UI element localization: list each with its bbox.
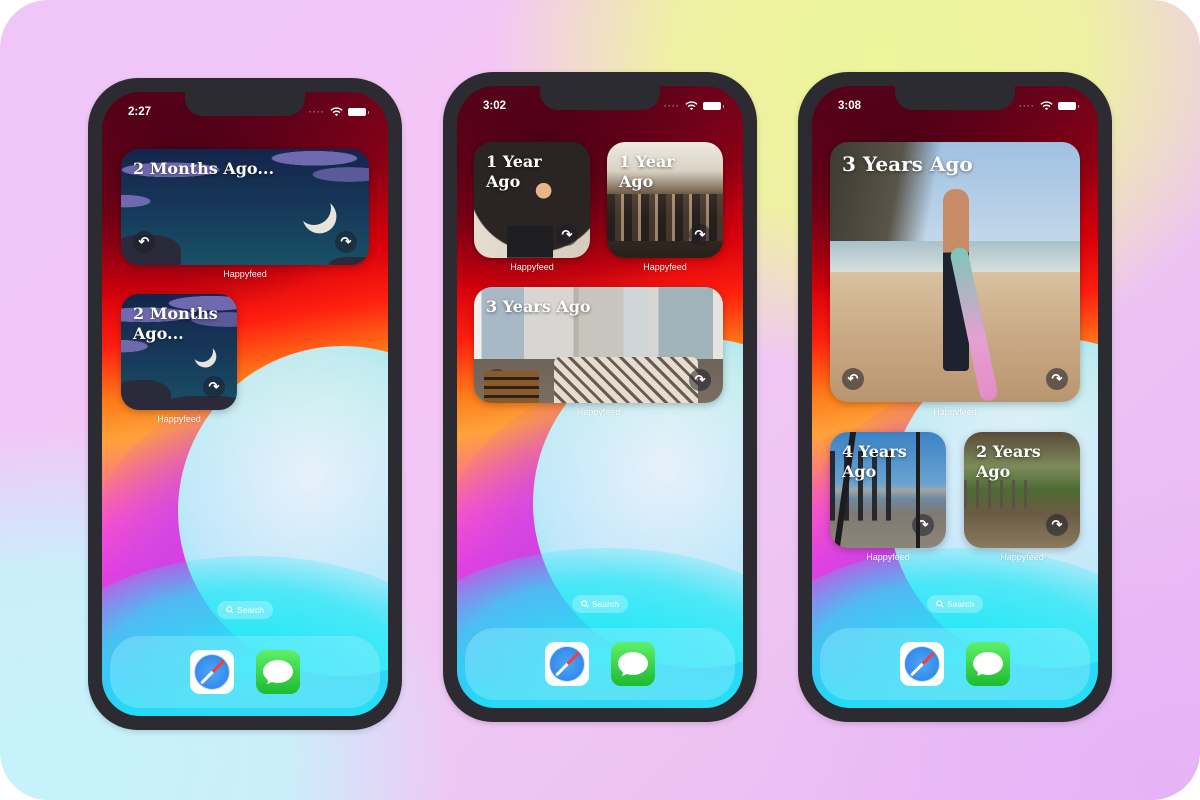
widget-app-label: Happyfeed xyxy=(157,414,201,424)
search-icon xyxy=(226,606,234,614)
dock xyxy=(110,636,380,708)
moon-illustration xyxy=(292,186,336,230)
happyfeed-widget-small[interactable]: 2 Years Ago ↷ xyxy=(964,432,1080,548)
forward-arrow-icon[interactable]: ↷ xyxy=(556,224,578,246)
status-bar: 2:27 ···· xyxy=(102,102,388,122)
status-bar: 3:08 ···· xyxy=(812,96,1098,116)
messages-app-icon[interactable] xyxy=(256,650,300,694)
back-arrow-icon[interactable]: ↶ xyxy=(486,369,508,391)
cellular-dots-icon: ···· xyxy=(664,101,680,111)
status-time: 3:08 xyxy=(838,100,862,112)
widget-title: 4 Years Ago xyxy=(842,442,907,481)
wifi-icon xyxy=(1040,101,1053,111)
widget-title: 1 Year Ago xyxy=(486,152,542,191)
dock xyxy=(465,628,735,700)
cellular-dots-icon: ···· xyxy=(309,107,325,117)
widget-app-label: Happyfeed xyxy=(933,407,977,417)
widget-app-label: Happyfeed xyxy=(643,262,687,272)
widget-title: 1 Year Ago xyxy=(619,152,675,191)
battery-icon xyxy=(1058,102,1079,110)
widget-title: 2 Months Ago... xyxy=(133,159,275,178)
widget-app-label: Happyfeed xyxy=(576,407,621,417)
forward-arrow-icon[interactable]: ↷ xyxy=(912,514,934,536)
wifi-icon xyxy=(330,107,343,117)
battery-icon xyxy=(348,108,369,116)
hill-illustration xyxy=(329,257,369,265)
happyfeed-widget-medium[interactable]: 3 Years Ago ↶ ↷ xyxy=(474,287,723,403)
home-screen: 3:02 ···· 1 Year Ago ↷ Happyfeed 1 Year … xyxy=(457,86,743,708)
messages-app-icon[interactable] xyxy=(611,642,655,686)
home-search-button[interactable]: Search xyxy=(217,601,273,619)
cellular-dots-icon: ···· xyxy=(1019,101,1035,111)
forward-arrow-icon[interactable]: ↷ xyxy=(689,369,711,391)
happyfeed-widget-small[interactable]: 1 Year Ago ↷ xyxy=(607,142,723,258)
home-screen: 2:27 ···· 2 Months Ago... ↶ ↷ Happyfeed xyxy=(102,92,388,716)
status-time: 3:02 xyxy=(483,100,507,112)
safari-app-icon[interactable] xyxy=(545,642,589,686)
dock xyxy=(820,628,1090,700)
hill-illustration xyxy=(161,396,237,410)
phone-2: 3:02 ···· 1 Year Ago ↷ Happyfeed 1 Year … xyxy=(443,72,757,722)
forward-arrow-icon[interactable]: ↷ xyxy=(203,376,225,398)
search-label: Search xyxy=(237,605,264,615)
home-screen: 3:08 ···· 3 Years Ago ↶ ↷ Happyfeed 4 Ye… xyxy=(812,86,1098,708)
phone-1: 2:27 ···· 2 Months Ago... ↶ ↷ Happyfeed xyxy=(88,78,402,730)
wifi-icon xyxy=(685,101,698,111)
search-label: Search xyxy=(947,599,974,609)
happyfeed-widget-small[interactable]: 1 Year Ago ↷ xyxy=(474,142,590,258)
battery-icon xyxy=(703,102,724,110)
happyfeed-widget-medium[interactable]: 2 Months Ago... ↶ ↷ xyxy=(121,149,369,265)
forward-arrow-icon[interactable]: ↷ xyxy=(1046,514,1068,536)
home-search-button[interactable]: Search xyxy=(927,595,983,613)
status-bar: 3:02 ···· xyxy=(457,96,743,116)
happyfeed-widget-large[interactable]: 3 Years Ago ↶ ↷ xyxy=(830,142,1080,402)
widget-app-label: Happyfeed xyxy=(223,269,267,279)
forward-arrow-icon[interactable]: ↷ xyxy=(689,224,711,246)
happyfeed-widget-small[interactable]: 4 Years Ago ↷ xyxy=(830,432,946,548)
safari-app-icon[interactable] xyxy=(190,650,234,694)
back-arrow-icon[interactable]: ↶ xyxy=(133,231,155,253)
status-time: 2:27 xyxy=(128,106,152,118)
widget-app-label: Happyfeed xyxy=(1000,552,1044,562)
widget-title: 3 Years Ago xyxy=(842,152,973,176)
messages-app-icon[interactable] xyxy=(966,642,1010,686)
back-arrow-icon[interactable]: ↶ xyxy=(842,368,864,390)
search-icon xyxy=(581,600,589,608)
widget-title: 2 Years Ago xyxy=(976,442,1041,481)
forward-arrow-icon[interactable]: ↷ xyxy=(1046,368,1068,390)
search-icon xyxy=(936,600,944,608)
happyfeed-widget-small[interactable]: 2 Months Ago... ↷ xyxy=(121,294,237,410)
phone-3: 3:08 ···· 3 Years Ago ↶ ↷ Happyfeed 4 Ye… xyxy=(798,72,1112,722)
promo-background: 2:27 ···· 2 Months Ago... ↶ ↷ Happyfeed xyxy=(0,0,1200,800)
widget-title: 2 Months Ago... xyxy=(133,304,218,343)
safari-app-icon[interactable] xyxy=(900,642,944,686)
forward-arrow-icon[interactable]: ↷ xyxy=(335,231,357,253)
home-search-button[interactable]: Search xyxy=(572,595,628,613)
widget-app-label: Happyfeed xyxy=(510,262,554,272)
search-label: Search xyxy=(592,599,619,609)
widget-title: 3 Years Ago xyxy=(486,297,591,316)
widget-app-label: Happyfeed xyxy=(866,552,910,562)
